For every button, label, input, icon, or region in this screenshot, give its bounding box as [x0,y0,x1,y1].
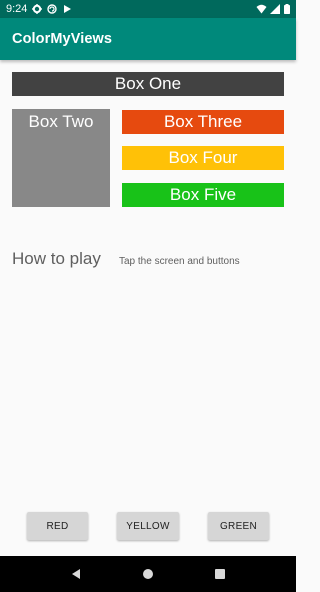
app-screen[interactable]: 9:24 ColorMyViews Box One Box Two Box Th… [0,0,296,592]
box-one[interactable]: Box One [12,72,284,96]
box-four[interactable]: Box Four [122,146,284,170]
status-time: 9:24 [6,3,28,15]
status-right [256,4,290,14]
box-two-label: Box Two [28,112,94,131]
status-left: 9:24 [6,3,72,15]
navigation-bar [0,556,296,592]
recents-icon[interactable] [210,564,230,584]
signal-icon [270,4,280,14]
red-button[interactable]: RED [27,512,88,540]
box-four-label: Box Four [168,148,238,167]
box-two[interactable]: Box Two [12,109,110,207]
box-five-label: Box Five [169,185,237,204]
status-bar: 9:24 [0,0,296,18]
green-button[interactable]: GREEN [208,512,269,540]
home-icon[interactable] [138,564,158,584]
back-icon[interactable] [66,564,86,584]
gear-icon [32,4,43,14]
battery-icon [284,4,290,14]
box-one-label: Box One [114,74,182,93]
box-three-label: Box Three [163,112,243,131]
play-store-icon [62,4,72,14]
box-five[interactable]: Box Five [122,183,284,207]
yellow-button[interactable]: YELLOW [117,512,179,540]
how-to-play-label[interactable]: How to play [12,249,101,269]
wifi-icon [256,4,267,14]
app-title: ColorMyViews [12,31,113,47]
box-three[interactable]: Box Three [122,110,284,134]
app-bar: ColorMyViews [0,18,296,60]
sync-icon [47,4,58,14]
instructions-text[interactable]: Tap the screen and buttons [119,256,240,267]
